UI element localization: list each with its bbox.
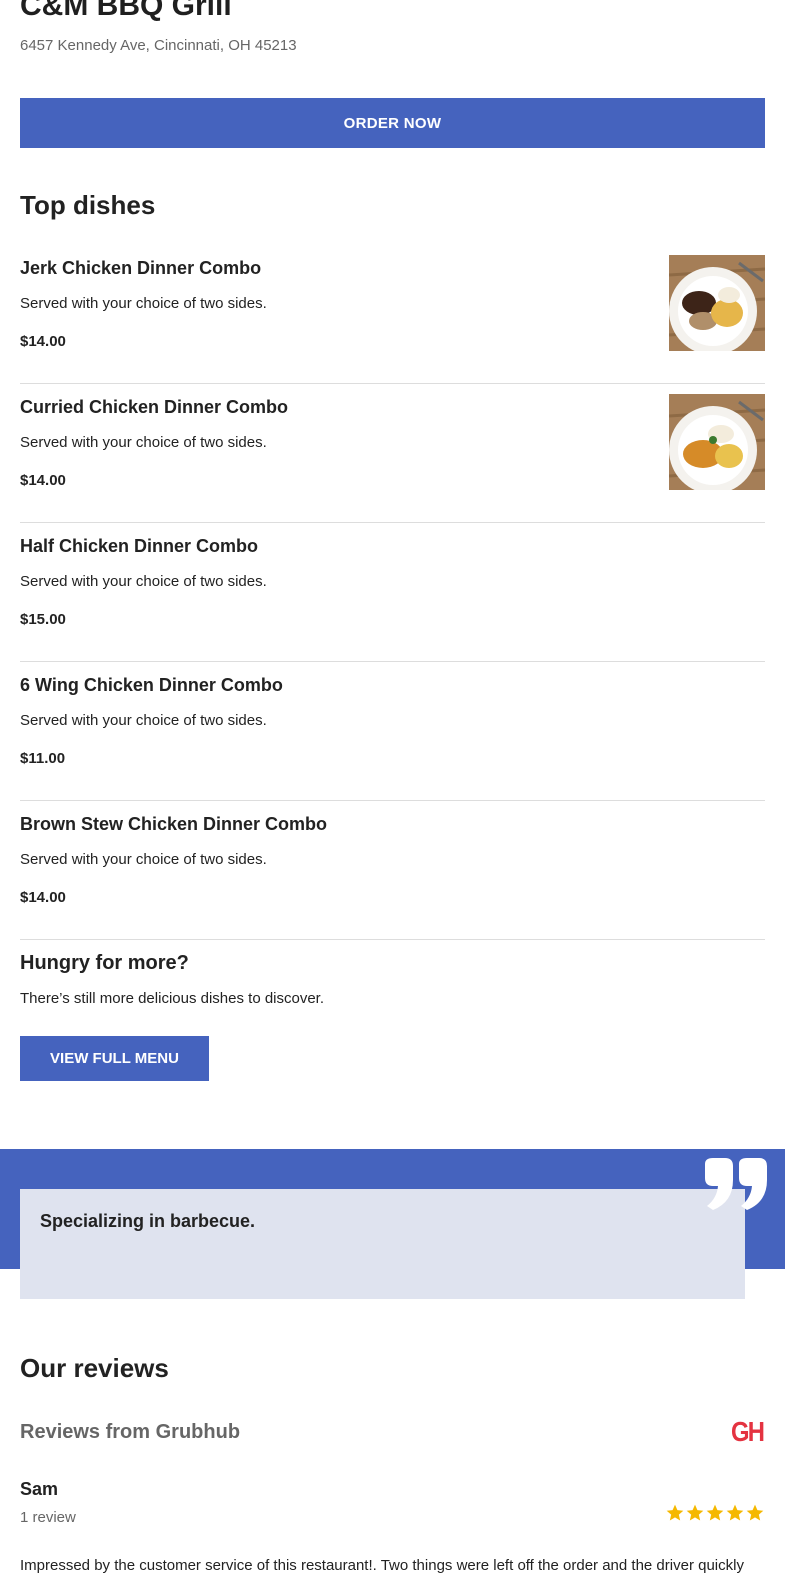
curried-chicken-plate-image xyxy=(669,394,765,490)
dish-item[interactable]: Brown Stew Chicken Dinner Combo Served w… xyxy=(20,801,765,940)
dish-price: $11.00 xyxy=(20,750,66,767)
star-icon xyxy=(746,1504,764,1521)
star-icon xyxy=(706,1504,724,1521)
order-now-button[interactable]: ORDER NOW xyxy=(20,98,765,148)
view-full-menu-button[interactable]: VIEW FULL MENU xyxy=(20,1036,209,1081)
reviews-source: Reviews from Grubhub xyxy=(20,1421,241,1443)
dish-description: Served with your choice of two sides. xyxy=(20,573,267,590)
reviewer-name: Sam xyxy=(20,1479,59,1499)
dish-price: $14.00 xyxy=(20,889,66,906)
dish-name: Brown Stew Chicken Dinner Combo xyxy=(20,814,328,834)
jerk-chicken-plate-image xyxy=(669,255,765,351)
dish-photo xyxy=(669,255,765,351)
dish-item[interactable]: Half Chicken Dinner Combo Served with yo… xyxy=(20,523,765,662)
restaurant-address: 6457 Kennedy Ave, Cincinnati, OH 45213 xyxy=(20,37,297,54)
dish-name: Curried Chicken Dinner Combo xyxy=(20,397,289,417)
star-icon xyxy=(726,1504,744,1521)
star-icon xyxy=(666,1504,684,1521)
dish-item[interactable]: Curried Chicken Dinner Combo Served with… xyxy=(20,384,765,523)
dish-item[interactable]: 6 Wing Chicken Dinner Combo Served with … xyxy=(20,662,765,801)
star-rating xyxy=(665,1503,765,1523)
quote-mark-icon xyxy=(705,1158,767,1210)
dish-description: Served with your choice of two sides. xyxy=(20,851,267,868)
dish-description: Served with your choice of two sides. xyxy=(20,712,267,729)
dish-price: $14.00 xyxy=(20,472,66,489)
dish-price: $15.00 xyxy=(20,611,66,628)
dish-description: Served with your choice of two sides. xyxy=(20,295,267,312)
quote-card: Specializing in barbecue. xyxy=(20,1189,745,1299)
dish-photo xyxy=(669,394,765,490)
dish-item[interactable]: Jerk Chicken Dinner Combo Served with yo… xyxy=(20,245,765,384)
dish-price: $14.00 xyxy=(20,333,66,350)
dish-name: Half Chicken Dinner Combo xyxy=(20,536,259,556)
quote-text: Specializing in barbecue. xyxy=(40,1211,256,1231)
grubhub-logo: GH xyxy=(731,1416,765,1447)
restaurant-name: C&M BBQ Grill xyxy=(20,0,232,22)
star-icon xyxy=(686,1504,704,1521)
more-text: There’s still more delicious dishes to d… xyxy=(20,990,325,1007)
dish-name: 6 Wing Chicken Dinner Combo xyxy=(20,675,283,695)
reviewer-review-count: 1 review xyxy=(20,1509,76,1526)
top-dishes-title: Top dishes xyxy=(20,190,156,220)
dish-description: Served with your choice of two sides. xyxy=(20,434,267,451)
review-text: Impressed by the customer service of thi… xyxy=(20,1557,744,1574)
dish-name: Jerk Chicken Dinner Combo xyxy=(20,258,262,278)
reviews-title: Our reviews xyxy=(20,1353,169,1383)
more-title: Hungry for more? xyxy=(20,952,189,974)
dish-list: Jerk Chicken Dinner Combo Served with yo… xyxy=(20,245,765,940)
